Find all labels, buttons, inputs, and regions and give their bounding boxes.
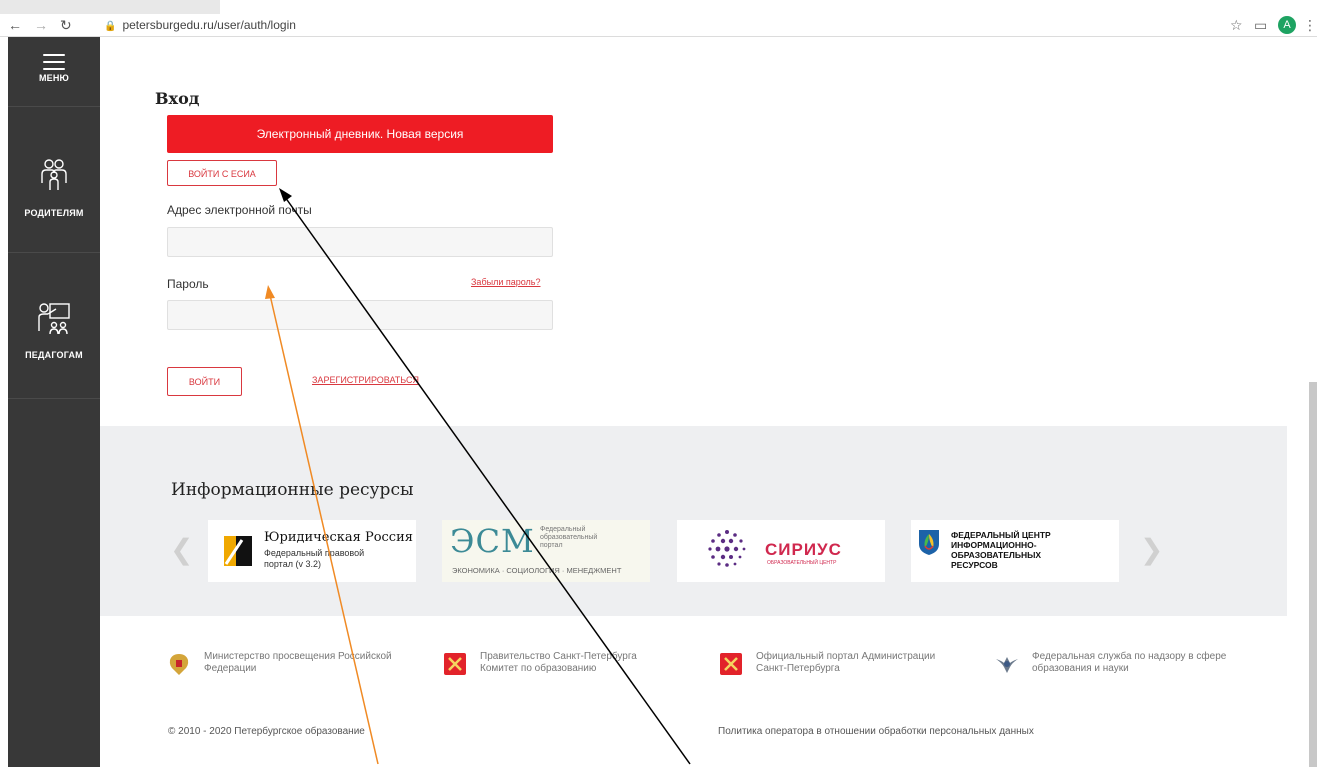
card-title: ЭСМ: [450, 522, 535, 560]
footer-link-text: Федеральная служба по надзору в сфере об…: [1032, 651, 1227, 674]
card-line: РЕСУРСОВ: [951, 560, 998, 570]
resource-card-fcior[interactable]: ФЕДЕРАЛЬНЫЙ ЦЕНТР ИНФОРМАЦИОННО-ОБРАЗОВА…: [911, 520, 1119, 582]
forward-arrow-icon[interactable]: →: [34, 14, 48, 36]
card-bottom: ЭКОНОМИКА · СОЦИОЛОГИЯ · МЕНЕДЖМЕНТ: [452, 566, 622, 575]
card-text: ФЕДЕРАЛЬНЫЙ ЦЕНТР ИНФОРМАЦИОННО-ОБРАЗОВА…: [951, 530, 1119, 570]
footer-link-spb-government[interactable]: Правительство Санкт-Петербурга Комитет п…: [442, 651, 670, 677]
card-subtitle: ОБРАЗОВАТЕЛЬНЫЙ ЦЕНТР: [767, 560, 837, 566]
browser-toolbar: ← → ↻ 🔒 petersburgedu.ru/user/auth/login …: [0, 14, 1317, 37]
email-field[interactable]: [167, 227, 553, 257]
card-line: Федеральный: [540, 526, 586, 533]
more-menu-icon[interactable]: ⋮: [1303, 16, 1317, 34]
page-title: Вход: [155, 89, 200, 108]
scrollbar-thumb[interactable]: [1309, 382, 1317, 767]
sidebar-item-menu[interactable]: МЕНЮ: [8, 37, 100, 107]
card-line: портал: [540, 542, 563, 549]
forgot-password-link[interactable]: Забыли пароль?: [471, 277, 540, 287]
password-field[interactable]: [167, 300, 553, 330]
spb-emblem-icon: [444, 653, 466, 675]
sidebar: МЕНЮ РОДИТЕЛЯМ ПЕДАГОГАМ: [8, 37, 100, 767]
url-text: petersburgedu.ru/user/auth/login: [122, 18, 296, 32]
star-icon[interactable]: ☆: [1230, 16, 1243, 34]
coat-of-arms-icon: [169, 654, 189, 675]
card-line: Федеральный правовой: [264, 548, 365, 558]
lock-icon: 🔒: [104, 21, 117, 32]
sirius-dots-logo-icon: [708, 530, 746, 567]
password-label: Пароль: [167, 277, 209, 291]
carousel-prev-icon[interactable]: ❮: [170, 533, 193, 566]
fcior-logo-icon: [919, 530, 939, 555]
avatar[interactable]: A: [1278, 16, 1296, 34]
teacher-icon: [38, 303, 70, 335]
sidebar-item-label: РОДИТЕЛЯМ: [24, 208, 84, 218]
sidebar-item-teachers[interactable]: ПЕДАГОГАМ: [8, 253, 100, 399]
main-content: Вход Электронный дневник. Новая версия В…: [100, 37, 1287, 767]
copyright-text: © 2010 - 2020 Петербургское образование: [168, 726, 365, 737]
sidebar-item-parents[interactable]: РОДИТЕЛЯМ: [8, 107, 100, 253]
footer-link-text: Министерство просвещения Российской Феде…: [204, 651, 392, 674]
card-line: образовательный: [540, 534, 598, 541]
footer-link-rosobrnadzor[interactable]: Федеральная служба по надзору в сфере об…: [994, 651, 1262, 677]
address-bar[interactable]: 🔒 petersburgedu.ru/user/auth/login: [104, 14, 296, 36]
footer-link-text: Правительство Санкт-Петербурга Комитет п…: [480, 651, 637, 674]
resource-card-esm[interactable]: ЭСМ Федеральный образовательный портал Э…: [442, 520, 650, 582]
spb-emblem-icon: [720, 653, 742, 675]
email-label: Адрес электронной почты: [167, 203, 312, 217]
card-title: Юридическая Россия: [264, 530, 413, 545]
footer-link-spb-portal[interactable]: Официальный портал Администрации Санкт-П…: [718, 651, 946, 677]
cast-icon[interactable]: ▭: [1254, 16, 1267, 34]
hamburger-icon: [43, 54, 65, 70]
family-icon: [41, 159, 67, 190]
login-button[interactable]: ВОЙТИ: [167, 367, 242, 396]
footer-link-text: Официальный портал Администрации Санкт-П…: [756, 651, 936, 674]
reload-icon[interactable]: ↻: [60, 14, 72, 36]
legal-russia-logo-icon: [224, 536, 252, 566]
card-line: портал (v 3.2): [264, 559, 321, 569]
card-line: ФЕДЕРАЛЬНЫЙ ЦЕНТР: [951, 530, 1051, 540]
back-arrow-icon[interactable]: ←: [8, 14, 22, 36]
register-link[interactable]: ЗАРЕГИСТРИРОВАТЬСЯ: [312, 375, 419, 385]
sidebar-item-label: МЕНЮ: [38, 73, 70, 83]
esia-login-button[interactable]: ВОЙТИ С ЕСИА: [167, 160, 277, 186]
resources-section: Информационные ресурсы ❮ ❯ Юридическая Р…: [100, 426, 1287, 616]
card-line: ИНФОРМАЦИОННО-ОБРАЗОВАТЕЛЬНЫХ: [951, 540, 1042, 560]
card-subtitle: Федеральный образовательный портал: [540, 526, 597, 550]
resource-card-legal-russia[interactable]: Юридическая Россия Федеральный правовой …: [208, 520, 416, 582]
scrollbar[interactable]: [1287, 37, 1317, 767]
carousel-next-icon[interactable]: ❯: [1140, 533, 1163, 566]
sidebar-item-label: ПЕДАГОГАМ: [25, 350, 83, 360]
top-strip: [0, 0, 1317, 14]
diary-banner[interactable]: Электронный дневник. Новая версия: [167, 115, 553, 153]
privacy-policy-link[interactable]: Политика оператора в отношении обработки…: [718, 726, 1034, 737]
resource-card-sirius[interactable]: СИРИУС ОБРАЗОВАТЕЛЬНЫЙ ЦЕНТР: [677, 520, 885, 582]
footer-link-ministry[interactable]: Министерство просвещения Российской Феде…: [166, 651, 394, 677]
resources-title: Информационные ресурсы: [171, 480, 414, 500]
card-title: СИРИУС: [765, 540, 842, 559]
eagle-emblem-icon: [996, 657, 1018, 673]
